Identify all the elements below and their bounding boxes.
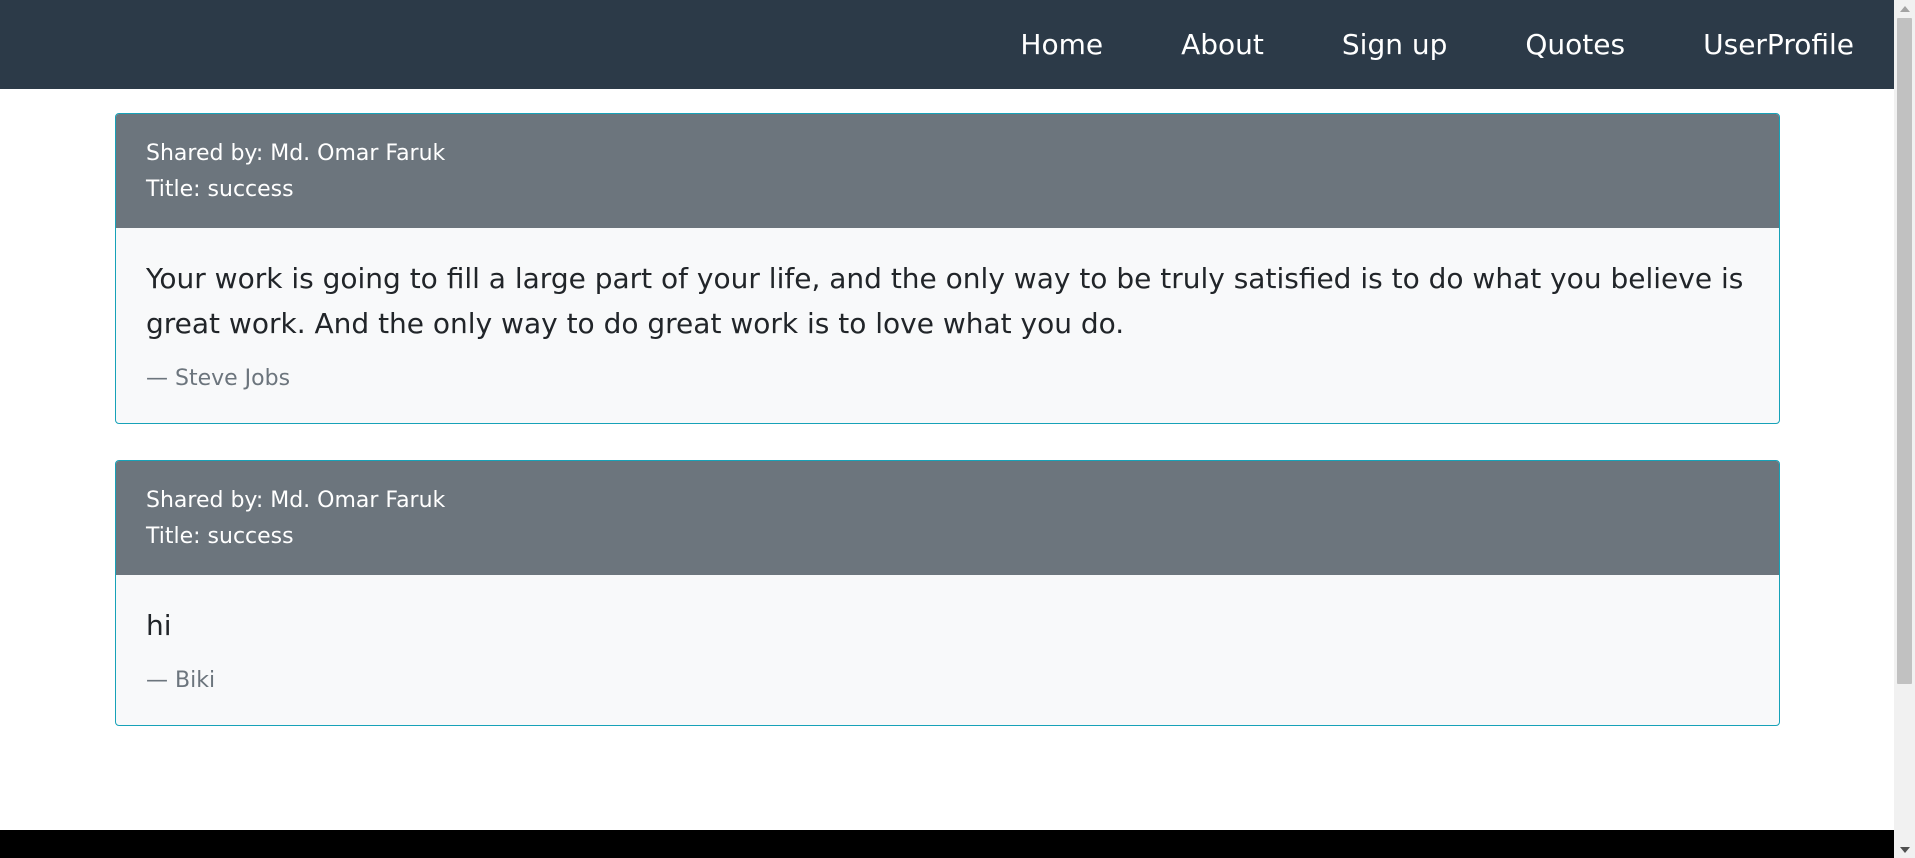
quote-card-header: Shared by: Md. Omar Faruk Title: success bbox=[116, 461, 1779, 575]
quote-author: — Biki bbox=[146, 668, 216, 693]
quote-card: Shared by: Md. Omar Faruk Title: success… bbox=[115, 113, 1780, 424]
quote-title: Title: success bbox=[146, 524, 294, 549]
quote-card-body: hi — Biki bbox=[116, 575, 1779, 725]
vertical-scrollbar[interactable] bbox=[1894, 0, 1915, 858]
page-footer bbox=[0, 830, 1894, 858]
nav-link-about[interactable]: About bbox=[1181, 28, 1264, 61]
nav-link-home[interactable]: Home bbox=[1020, 28, 1103, 61]
quote-card-body: Your work is going to fill a large part … bbox=[116, 228, 1779, 423]
page: Home About Sign up Quotes UserProfile Sh… bbox=[0, 0, 1915, 858]
nav-link-quotes[interactable]: Quotes bbox=[1525, 28, 1625, 61]
quote-shared-by: Shared by: Md. Omar Faruk bbox=[146, 488, 446, 513]
quotes-list: Shared by: Md. Omar Faruk Title: success… bbox=[115, 113, 1780, 762]
scroll-down-arrow-icon[interactable] bbox=[1894, 841, 1915, 858]
quote-title: Title: success bbox=[146, 177, 294, 202]
quote-text: Your work is going to fill a large part … bbox=[146, 262, 1744, 340]
scroll-up-arrow-icon[interactable] bbox=[1894, 0, 1915, 17]
nav-link-sign-up[interactable]: Sign up bbox=[1342, 28, 1448, 61]
quote-author: — Steve Jobs bbox=[146, 366, 291, 391]
quote-shared-by: Shared by: Md. Omar Faruk bbox=[146, 141, 446, 166]
scrollbar-thumb[interactable] bbox=[1897, 18, 1912, 684]
quote-text: hi bbox=[146, 609, 172, 642]
quote-card-header: Shared by: Md. Omar Faruk Title: success bbox=[116, 114, 1779, 228]
top-navbar: Home About Sign up Quotes UserProfile bbox=[0, 0, 1894, 89]
quote-card: Shared by: Md. Omar Faruk Title: success… bbox=[115, 460, 1780, 726]
nav-link-user-profile[interactable]: UserProfile bbox=[1703, 28, 1854, 61]
